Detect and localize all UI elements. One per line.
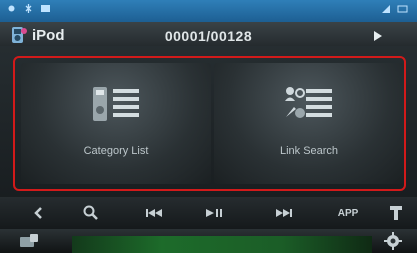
link-search-label: Link Search bbox=[279, 145, 339, 157]
search-button[interactable] bbox=[80, 202, 102, 224]
next-track-button[interactable] bbox=[270, 202, 298, 224]
source-select-icon[interactable] bbox=[18, 232, 40, 250]
link-search-button[interactable]: Link Search bbox=[214, 63, 404, 184]
status-icons bbox=[6, 3, 51, 14]
settings-icon[interactable] bbox=[383, 231, 403, 251]
play-pause-button[interactable] bbox=[200, 202, 228, 224]
wifi-icon bbox=[382, 5, 390, 13]
back-icon bbox=[34, 207, 42, 219]
link-search-icon bbox=[285, 87, 332, 118]
signal-icon bbox=[8, 5, 15, 12]
previous-track-button[interactable] bbox=[140, 202, 168, 224]
next-track-icon bbox=[276, 209, 292, 217]
status-icons-right bbox=[381, 4, 409, 14]
status-bar bbox=[0, 0, 417, 22]
message-icon bbox=[41, 5, 50, 12]
search-icon bbox=[83, 205, 98, 220]
battery-icon bbox=[397, 5, 408, 13]
track-counter: 00001/00128 bbox=[164, 28, 253, 44]
bottom-accent-strip bbox=[72, 236, 372, 253]
play-indicator-icon bbox=[374, 31, 382, 41]
category-list-button[interactable]: Category List bbox=[21, 63, 211, 184]
play-pause-icon bbox=[206, 209, 222, 217]
menu-button[interactable] bbox=[385, 202, 407, 224]
bluetooth-icon bbox=[25, 4, 32, 13]
app-button-label: APP bbox=[337, 207, 359, 219]
menu-icon bbox=[390, 206, 402, 220]
back-button[interactable] bbox=[28, 202, 50, 224]
category-list-icon bbox=[93, 87, 139, 121]
app-button[interactable]: APP bbox=[333, 202, 363, 224]
category-list-label: Category List bbox=[83, 145, 149, 157]
previous-track-icon bbox=[146, 209, 162, 217]
